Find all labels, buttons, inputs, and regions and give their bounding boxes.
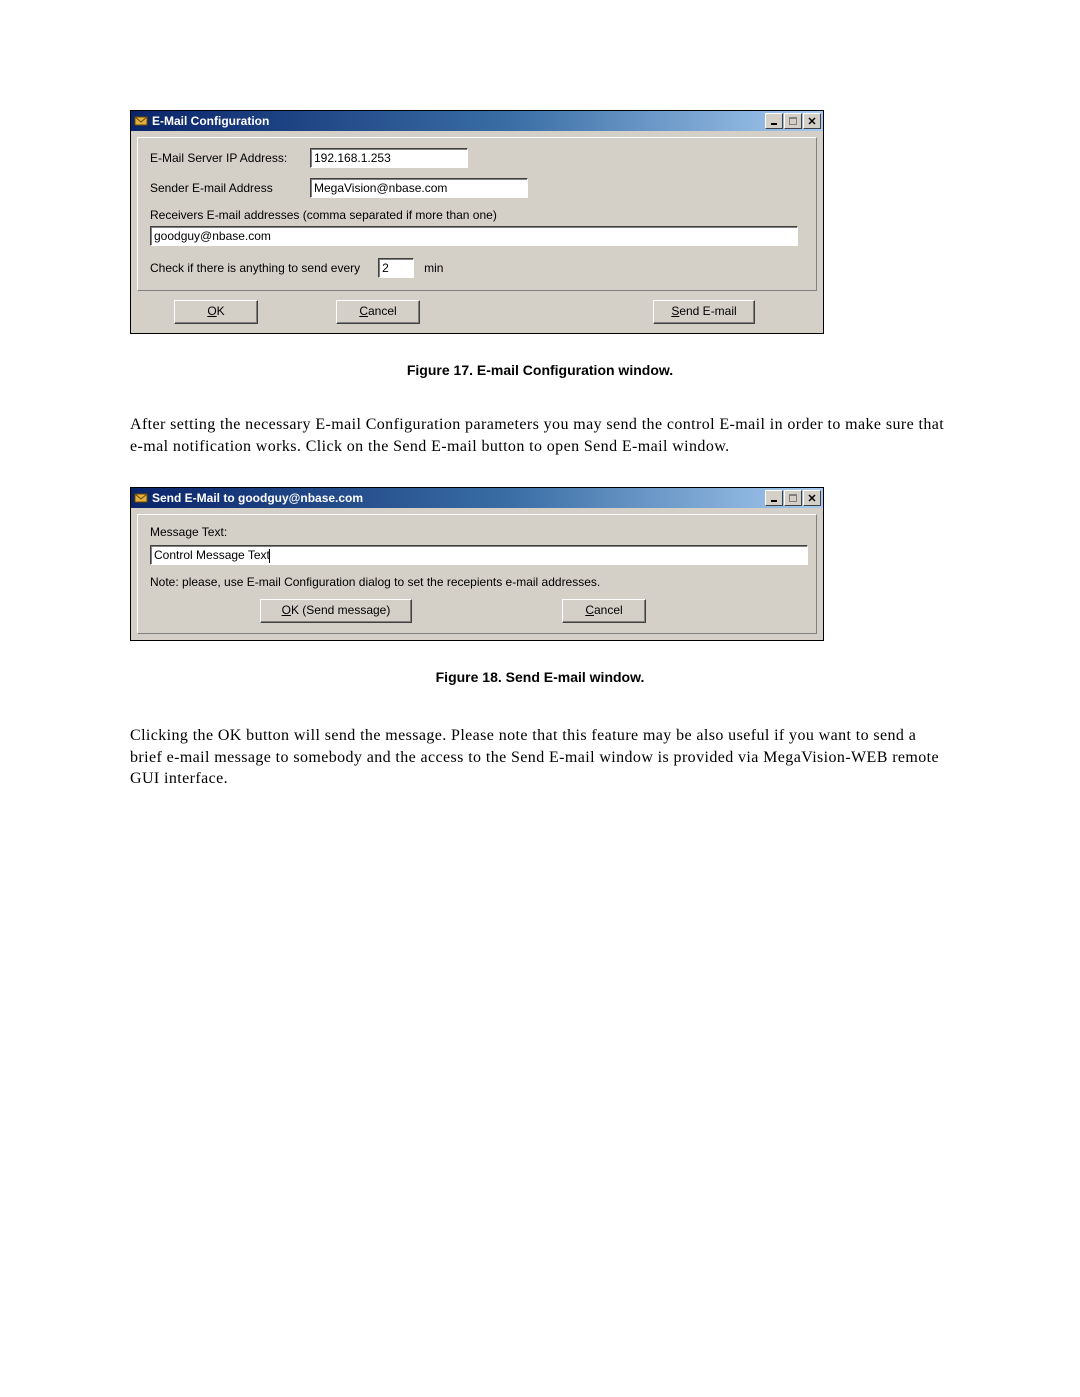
sender-email-input[interactable]: MegaVision@nbase.com bbox=[310, 178, 528, 198]
paragraph-1: After setting the necessary E-mail Confi… bbox=[130, 414, 950, 457]
window-title: E-Mail Configuration bbox=[152, 114, 764, 128]
button-row: OK Cancel Send E-mail bbox=[134, 294, 820, 330]
sender-email-label: Sender E-mail Address bbox=[150, 181, 310, 195]
check-interval-label-post: min bbox=[424, 261, 443, 275]
minimize-button[interactable] bbox=[765, 113, 783, 129]
receivers-input[interactable]: goodguy@nbase.com bbox=[150, 226, 798, 246]
minimize-button[interactable] bbox=[765, 490, 783, 506]
paragraph-2: Clicking the OK button will send the mes… bbox=[130, 725, 950, 790]
ok-button[interactable]: OK bbox=[174, 300, 258, 324]
text-caret-icon bbox=[269, 549, 270, 563]
server-ip-label: E-Mail Server IP Address: bbox=[150, 151, 310, 165]
figure17-caption: Figure 17. E-mail Configuration window. bbox=[130, 362, 950, 378]
figure18-caption: Figure 18. Send E-mail window. bbox=[130, 669, 950, 685]
send-email-button[interactable]: Send E-mail bbox=[653, 300, 755, 324]
close-button[interactable] bbox=[803, 490, 821, 506]
app-icon bbox=[134, 491, 148, 505]
form-panel: Message Text: Control Message Text Note:… bbox=[137, 514, 817, 634]
send-email-window: Send E-Mail to goodguy@nbase.com Message… bbox=[130, 487, 824, 641]
maximize-button bbox=[784, 490, 802, 506]
cancel-button[interactable]: Cancel bbox=[336, 300, 420, 324]
check-interval-label-pre: Check if there is anything to send every bbox=[150, 261, 360, 275]
app-icon bbox=[134, 114, 148, 128]
ok-send-button[interactable]: OK (Send message) bbox=[260, 599, 412, 623]
server-ip-input[interactable]: 192.168.1.253 bbox=[310, 148, 468, 168]
email-config-window: E-Mail Configuration E-Mail Server IP Ad… bbox=[130, 110, 824, 334]
message-text-label: Message Text: bbox=[150, 525, 227, 539]
receivers-label: Receivers E-mail addresses (comma separa… bbox=[150, 208, 497, 222]
ok-button-label: K bbox=[217, 304, 225, 318]
form-panel: E-Mail Server IP Address: 192.168.1.253 … bbox=[137, 137, 817, 291]
window-title: Send E-Mail to goodguy@nbase.com bbox=[152, 491, 764, 505]
maximize-button bbox=[784, 113, 802, 129]
note-text: Note: please, use E-mail Configuration d… bbox=[150, 575, 600, 589]
cancel-button[interactable]: Cancel bbox=[562, 599, 646, 623]
check-interval-input[interactable]: 2 bbox=[378, 258, 414, 278]
titlebar[interactable]: Send E-Mail to goodguy@nbase.com bbox=[131, 488, 823, 508]
message-text-input[interactable]: Control Message Text bbox=[150, 545, 808, 565]
titlebar[interactable]: E-Mail Configuration bbox=[131, 111, 823, 131]
close-button[interactable] bbox=[803, 113, 821, 129]
